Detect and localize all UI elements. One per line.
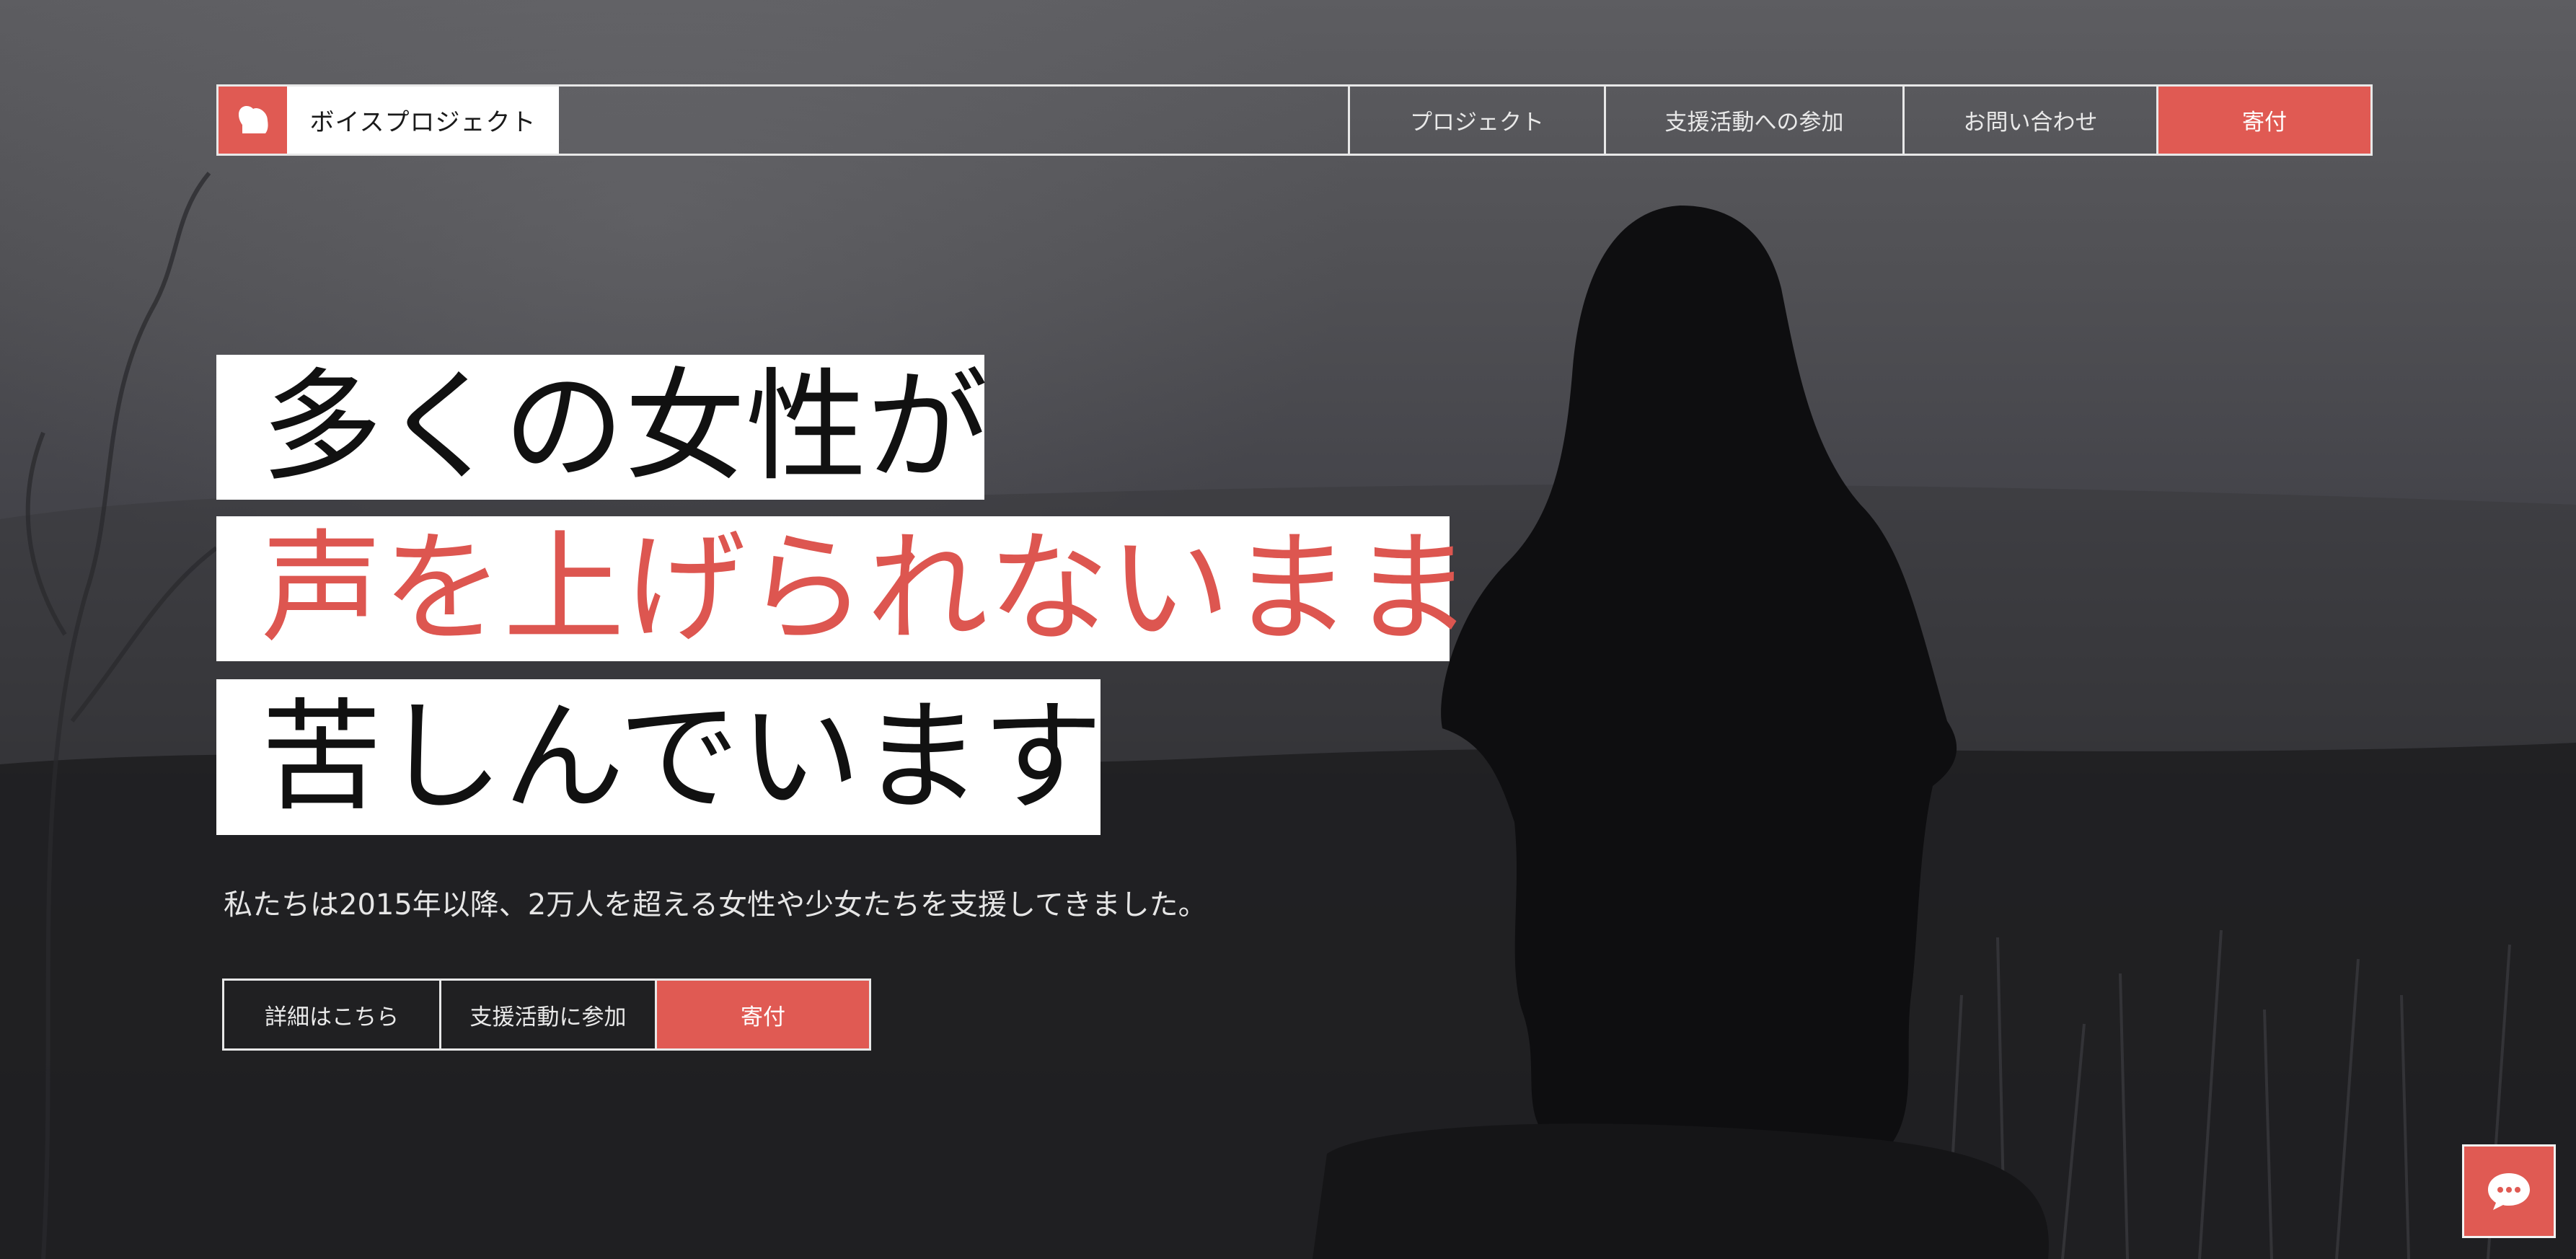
nav-item-join[interactable]: 支援活動への参加: [1604, 87, 1902, 154]
donate-button[interactable]: 寄付: [655, 981, 869, 1048]
page: ボイスプロジェクト プロジェクト 支援活動への参加 お問い合わせ 寄付 多くの女…: [0, 0, 2576, 1259]
cta-button-group: 詳細はこちら 支援活動に参加 寄付: [222, 979, 871, 1051]
learn-more-button[interactable]: 詳細はこちら: [224, 981, 439, 1048]
heart-bubble-icon: [238, 105, 268, 133]
nav-item-contact[interactable]: お問い合わせ: [1902, 87, 2156, 154]
site-header: ボイスプロジェクト プロジェクト 支援活動への参加 お問い合わせ 寄付: [216, 84, 2373, 156]
header-spacer: [559, 87, 1348, 154]
logo[interactable]: [219, 87, 287, 154]
chat-button[interactable]: [2462, 1144, 2556, 1238]
nav-donate-button[interactable]: 寄付: [2156, 87, 2370, 154]
join-support-button[interactable]: 支援活動に参加: [439, 981, 655, 1048]
hero-subtext: 私たちは2015年以降、2万人を超える女性や少女たちを支援してきました。: [224, 888, 1207, 922]
headline-line-3: 苦しんでいます: [216, 679, 1103, 835]
brand-name[interactable]: ボイスプロジェクト: [287, 87, 559, 154]
chat-icon: [2488, 1173, 2530, 1210]
nav-item-projects[interactable]: プロジェクト: [1348, 87, 1604, 154]
headline-line-2: 声を上げられないまま: [216, 516, 1473, 661]
headline-line-1: 多くの女性が: [216, 355, 988, 500]
